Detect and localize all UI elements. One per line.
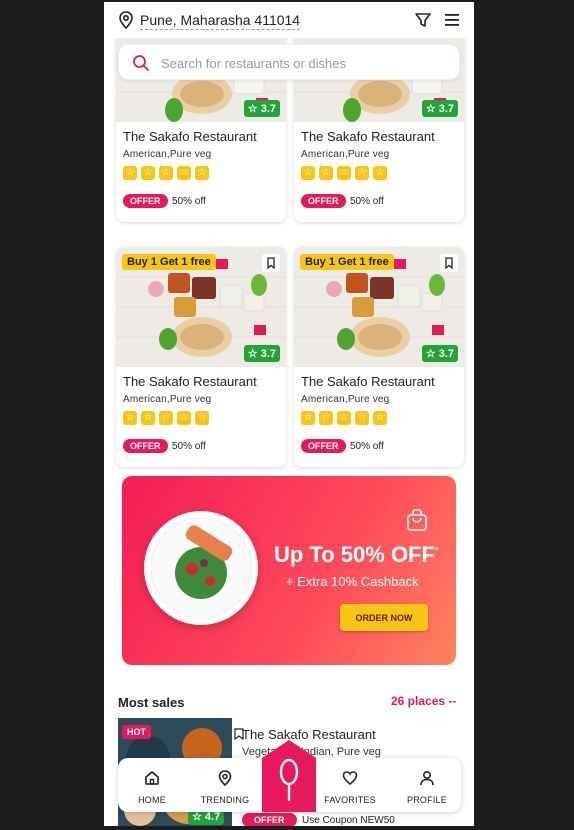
star-rating: ☆ ☆ ☆ ☆ ☆: [123, 411, 209, 425]
search-input[interactable]: [161, 53, 451, 73]
nav-home[interactable]: HOME: [122, 758, 182, 812]
restaurant-name[interactable]: The Sakafo Restaurant: [301, 374, 435, 389]
promo-badge: Buy 1 Get 1 free: [122, 254, 216, 270]
rating-badge: ☆ 3.7: [421, 345, 458, 362]
star-icon: ☆: [159, 166, 173, 180]
star-icon: ☆: [195, 166, 209, 180]
star-icon: ☆: [177, 166, 191, 180]
restaurant-name[interactable]: The Sakafo Restaurant: [123, 374, 257, 389]
star-rating: ☆ ☆ ☆ ☆ ☆: [301, 166, 387, 180]
section-title: Most sales: [118, 695, 185, 710]
food-plate-image: [144, 511, 258, 625]
star-icon: ☆: [301, 411, 315, 425]
star-icon: ☆: [301, 166, 315, 180]
star-rating: ☆ ☆ ☆ ☆ ☆: [123, 166, 209, 180]
filter-icon[interactable]: [415, 12, 431, 28]
nav-label: PROFILE: [407, 795, 447, 805]
rating-badge: ☆ 3.7: [243, 345, 280, 362]
nav-label: HOME: [138, 795, 166, 805]
nav-profile[interactable]: PROFILE: [397, 758, 457, 812]
order-now-button[interactable]: ORDER NOW: [340, 604, 428, 631]
star-icon: ☆: [319, 411, 333, 425]
cuisine-text: American,Pure veg: [123, 394, 212, 405]
heart-icon: [342, 771, 358, 786]
location-text[interactable]: Pune, Maharasha 411014: [140, 12, 301, 30]
star-icon: ☆: [123, 166, 137, 180]
star-icon: ☆: [373, 411, 387, 425]
star-icon: ☆: [319, 166, 333, 180]
offer-text: 50% off: [350, 441, 384, 452]
hamburger-menu-icon[interactable]: [444, 13, 460, 27]
offer-badge: OFFER: [123, 194, 168, 208]
rating-badge: ☆ 3.7: [421, 100, 458, 117]
offer-badge: OFFER: [123, 439, 168, 453]
nav-trending[interactable]: TRENDING: [195, 758, 255, 812]
cuisine-text: American,Pure veg: [123, 149, 212, 160]
restaurant-card[interactable]: Buy 1 Get 1 free ☆ 3.7 The Sakafo Restau…: [116, 247, 286, 467]
offer-badge: OFFER: [301, 439, 346, 453]
banner-subtitle: + Extra 10% Cashback: [286, 574, 419, 589]
shopping-bag-icon: [407, 509, 427, 531]
offer-text: 50% off: [172, 196, 206, 207]
star-icon: ☆: [141, 166, 155, 180]
offer-text: 50% off: [350, 196, 384, 207]
star-icon: ☆: [373, 166, 387, 180]
promo-banner[interactable]: Up To 50% OFF* + Extra 10% Cashback ORDE…: [122, 476, 456, 665]
search-icon: [133, 55, 149, 71]
offer-text: 50% off: [172, 441, 206, 452]
home-icon: [145, 771, 159, 785]
search-bar[interactable]: [118, 44, 460, 80]
star-icon: ☆: [355, 411, 369, 425]
hot-badge: HOT: [122, 725, 151, 739]
offer-badge: OFFER: [242, 813, 297, 826]
rating-badge: ☆ 3.7: [243, 100, 280, 117]
star-icon: ☆: [355, 166, 369, 180]
offer-badge: OFFER: [301, 194, 346, 208]
star-icon: ☆: [195, 411, 209, 425]
nav-label: TRENDING: [200, 795, 250, 805]
star-icon: ☆: [177, 411, 191, 425]
nav-favorites[interactable]: FAVORITES: [320, 758, 380, 812]
star-icon: ☆: [337, 411, 351, 425]
user-icon: [420, 770, 434, 786]
nav-label: FAVORITES: [324, 795, 376, 805]
cuisine-text: American,Pure veg: [301, 149, 390, 160]
location-pin-icon: [218, 770, 232, 786]
restaurant-card[interactable]: Buy 1 Get 1 free ☆ 3.7 The Sakafo Restau…: [294, 247, 464, 467]
star-icon: ☆: [159, 411, 173, 425]
restaurant-name[interactable]: The Sakafo Restaurant: [123, 129, 257, 144]
star-icon: ☆: [141, 411, 155, 425]
star-icon: ☆: [123, 411, 137, 425]
app-screen: Pune, Maharasha 411014 Search for restau…: [104, 2, 474, 826]
coupon-text: Use Coupon NEW50: [302, 815, 395, 826]
bookmark-icon[interactable]: [440, 254, 458, 272]
location-pin-icon[interactable]: [118, 11, 134, 29]
banner-title: Up To 50% OFF*: [274, 542, 439, 567]
cuisine-text: American,Pure veg: [301, 394, 390, 405]
promo-badge: Buy 1 Get 1 free: [300, 254, 394, 270]
star-rating: ☆ ☆ ☆ ☆ ☆: [301, 411, 387, 425]
spoon-icon[interactable]: [262, 740, 316, 812]
star-icon: ☆: [337, 166, 351, 180]
bookmark-icon[interactable]: [262, 254, 280, 272]
header: Pune, Maharasha 411014: [104, 2, 474, 38]
restaurant-name[interactable]: The Sakafo Restaurant: [301, 129, 435, 144]
see-all-link[interactable]: 26 places --: [391, 694, 456, 708]
